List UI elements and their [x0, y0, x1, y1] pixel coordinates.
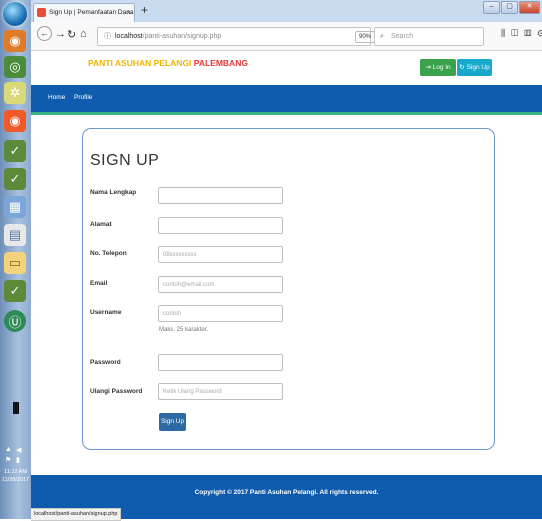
no-telepon-field[interactable]: 08xxxxxxxxx	[158, 246, 283, 263]
sidebar-icon[interactable]: ◫	[511, 28, 524, 38]
email-field[interactable]: contoh@email.com	[158, 276, 283, 293]
label-alamat: Alamat	[90, 221, 112, 228]
footer-copyright: Copyright © 2017 Panti Asuhan Pelangi. A…	[194, 489, 379, 496]
new-tab-icon[interactable]: +	[141, 3, 148, 17]
login-icon: ⇥	[425, 64, 433, 71]
main-menu: Home Profile	[31, 85, 542, 115]
volume-icon[interactable]: ◀	[16, 446, 21, 454]
menu-item-profile[interactable]: Profile	[74, 85, 92, 111]
app-icon[interactable]: ✓	[4, 280, 26, 302]
label-password: Password	[90, 359, 121, 366]
url-text: localhost/panti-asuhan/signup.php	[115, 28, 221, 45]
window-controls: – ▢ ✕	[483, 1, 540, 14]
chrome-icon[interactable]: ◎	[4, 56, 26, 78]
document-icon[interactable]: ▤	[4, 224, 26, 246]
close-button[interactable]: ✕	[519, 1, 540, 14]
app-icon[interactable]: ✓	[4, 168, 26, 190]
url-path: /panti-asuhan/signup.php	[142, 33, 222, 40]
network-icon[interactable]: ▲	[5, 446, 12, 453]
label-email: Email	[90, 280, 108, 287]
firefox-icon[interactable]: ◉	[4, 30, 26, 52]
toolbar-icons: ⫼◫▥⚙≡	[501, 28, 542, 39]
signup-icon: ↻	[459, 64, 467, 71]
calculator-icon[interactable]: ▦	[4, 196, 26, 218]
password-field[interactable]	[158, 354, 283, 371]
page-title: SIGN UP	[90, 152, 160, 169]
nama-lengkap-field[interactable]	[158, 187, 283, 204]
app-icon[interactable]: ✓	[4, 140, 26, 162]
clock-date: 11/28/2017	[1, 477, 30, 483]
library-icon[interactable]: ⫼	[501, 28, 511, 38]
clock[interactable]: 11:12 AM 11/28/2017	[0, 468, 31, 484]
snow-icon[interactable]: ✲	[4, 82, 26, 104]
search-input[interactable]: ⌕ Search	[374, 27, 484, 46]
alamat-field[interactable]	[158, 217, 283, 234]
show-desktop-icon[interactable]	[13, 402, 19, 414]
menu-item-home[interactable]: Home	[48, 85, 65, 111]
search-icon: ⌕	[380, 33, 384, 40]
browser-tab[interactable]: Sign Up | Pemanfaatan Dana U ×	[33, 3, 135, 23]
page-content: PANTI ASUHAN PELANGI PALEMBANG ⇥ Log In …	[31, 51, 542, 519]
site-brand[interactable]: PANTI ASUHAN PELANGI PALEMBANG	[88, 58, 248, 68]
label-nama-lengkap: Nama Lengkap	[90, 189, 137, 196]
back-icon[interactable]: ←	[37, 26, 52, 41]
signup-button[interactable]: ↻ Sign Up	[457, 59, 492, 76]
circle-app-icon[interactable]: Ⓤ	[4, 310, 26, 332]
tab-close-icon[interactable]: ×	[126, 4, 131, 21]
browser-navbar: ← → ↻ ⌂ ⓘ localhost/panti-asuhan/signup.…	[31, 22, 542, 51]
battery-icon[interactable]: ▮	[16, 456, 20, 464]
flag-icon[interactable]: ⚑	[5, 456, 11, 464]
url-bar[interactable]: ⓘ localhost/panti-asuhan/signup.php 90% …	[97, 27, 403, 46]
folder-icon[interactable]: ▭	[4, 252, 26, 274]
status-bar-url: localhost/panti-asuhan/signup.php	[31, 508, 122, 521]
start-button[interactable]	[3, 2, 27, 26]
forward-icon[interactable]: →	[55, 28, 66, 40]
login-label: Log In	[432, 64, 451, 71]
label-no-telepon: No. Telepon	[90, 250, 127, 257]
signup-label: Sign Up	[466, 64, 490, 71]
extension-icon[interactable]: ⚙	[538, 28, 542, 38]
info-icon[interactable]: ⓘ	[104, 28, 111, 45]
maximize-button[interactable]: ▢	[501, 1, 518, 14]
label-username: Username	[90, 309, 122, 316]
submit-button[interactable]: Sign Up	[159, 413, 186, 431]
taskbar: ◉ ◎ ✲ ◉ ✓ ✓ ▦ ▤ ▭ ✓ Ⓤ ▲ ◀ ⚑ ▮ 11:12 AM 1…	[0, 0, 32, 519]
username-field[interactable]: contoh	[158, 305, 283, 322]
signup-card: SIGN UP Nama Lengkap Alamat No. Telepon …	[82, 128, 495, 450]
zoom-indicator[interactable]: 90%	[355, 31, 376, 43]
system-tray: ▲ ◀ ⚑ ▮	[0, 398, 31, 519]
label-ulangi-password: Ulangi Password	[90, 388, 143, 395]
favicon-icon	[37, 8, 46, 17]
ulangi-password-field[interactable]: Ketik Ulang Password	[158, 383, 283, 400]
browser-titlebar: Sign Up | Pemanfaatan Dana U × + – ▢ ✕	[31, 0, 542, 23]
minimize-button[interactable]: –	[483, 1, 500, 14]
username-help-text: Maks. 25 karakter.	[159, 327, 209, 333]
search-placeholder: Search	[391, 33, 414, 40]
tab-title: Sign Up | Pemanfaatan Dana U	[49, 9, 135, 16]
brand-city: PALEMBANG	[193, 58, 248, 68]
firefox-icon[interactable]: ◉	[4, 110, 26, 132]
login-button[interactable]: ⇥ Log In	[420, 59, 456, 76]
brand-name: PANTI ASUHAN PELANGI	[88, 58, 192, 68]
home-icon[interactable]: ⌂	[80, 28, 87, 40]
reload-icon[interactable]: ↻	[67, 28, 76, 41]
clock-time: 11:12 AM	[4, 469, 27, 475]
url-host: localhost	[115, 33, 143, 40]
reader-icon[interactable]: ▥	[524, 28, 537, 38]
